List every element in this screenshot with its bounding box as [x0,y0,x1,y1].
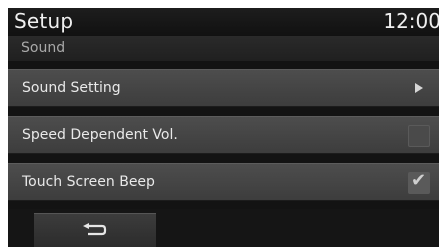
back-button[interactable] [34,213,156,247]
clock: 12:00 [383,9,439,33]
touch-screen-beep-label: Touch Screen Beep [22,174,155,190]
section-label: Sound [21,40,66,56]
speed-dependent-vol-checkbox[interactable] [408,125,430,147]
speed-dependent-vol-label: Speed Dependent Vol. [22,127,178,143]
checkmark-icon: ✔ [411,170,427,191]
setup-screen: Setup 12:00 Sound Sound Setting Speed De… [8,8,439,247]
title-bar: Setup 12:00 [8,8,439,36]
arrow-right-icon [415,83,423,93]
back-arrow-icon [83,222,107,235]
speed-dependent-vol-item[interactable]: Speed Dependent Vol. [8,116,439,154]
bottom-bar [8,209,439,247]
section-header: Sound [8,36,439,61]
touch-screen-beep-item[interactable]: Touch Screen Beep ✔ [8,163,439,201]
sound-setting-label: Sound Setting [22,80,121,96]
sound-setting-item[interactable]: Sound Setting [8,69,439,107]
touch-screen-beep-checkbox[interactable]: ✔ [408,170,430,194]
page-title: Setup [14,9,74,33]
